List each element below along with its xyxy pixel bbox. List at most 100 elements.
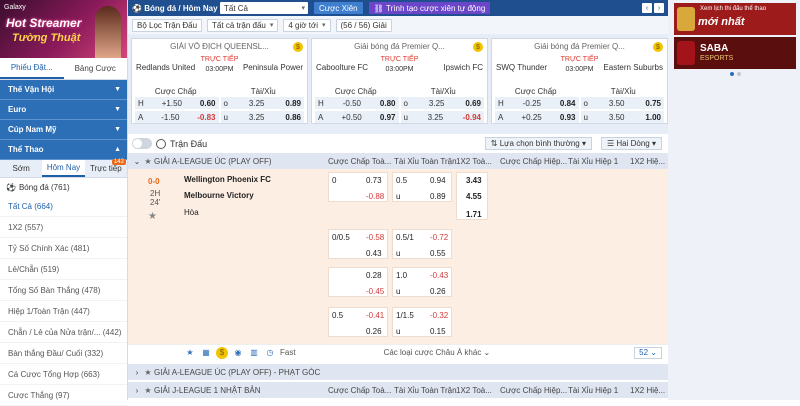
market-item[interactable]: Cá Cược Tổng Hợp (663) [0, 364, 127, 385]
time-filter[interactable]: 4 giờ tới ▾ [283, 18, 331, 32]
tab-bet-slip[interactable]: Phiếu Đặt... [0, 58, 64, 79]
odds-cell[interactable]: o 3.25 0.69 [400, 97, 484, 109]
odds-cell[interactable]: H +1.50 0.60 [135, 97, 219, 109]
market-item[interactable]: Chẵn / Lẻ của Nửa trận/... (442) [0, 322, 127, 343]
chevron-up-icon: ▲ [114, 146, 121, 153]
sport-football[interactable]: ⚽ Bóng đá (761) [0, 178, 127, 196]
col-ou-ft: Tài Xỉu Toàn Trận [394, 156, 457, 166]
card-league: GIẢI VÔ ĐỊCH QUEENSL... [170, 42, 269, 51]
featured-card[interactable]: GIẢI VÔ ĐỊCH QUEENSL... $ Redlands Unite… [131, 38, 308, 124]
star-icon[interactable]: ★ [142, 368, 154, 377]
odds-cell[interactable]: A +0.25 0.93 [495, 111, 579, 123]
market-select[interactable]: Tất Cả [220, 2, 308, 14]
odds-cell[interactable]: o 3.50 0.75 [580, 97, 664, 109]
sound-icon[interactable]: ◉ [232, 347, 244, 359]
market-item[interactable]: 1X2 (557) [0, 217, 127, 238]
ou-over-odds: -0.72 [430, 233, 449, 242]
card-live: TRỰC TIẾP [200, 56, 239, 63]
calendar-icon[interactable]: ▦ [200, 347, 212, 359]
star-icon[interactable]: ★ [148, 211, 157, 222]
category-sports[interactable]: Thể Thao ▲ [0, 140, 127, 160]
odds-cell[interactable]: H -0.50 0.80 [315, 97, 399, 109]
draw-label: Hòa [184, 208, 199, 217]
carousel-dot[interactable] [730, 72, 734, 76]
star-icon[interactable]: ★ [142, 386, 154, 395]
coin-icon[interactable]: $ [216, 346, 228, 359]
markets-count-select[interactable]: 52 ⌄ [634, 346, 662, 359]
handicap-line: 0.5 [332, 311, 344, 320]
football-icon: ⚽ [6, 182, 16, 192]
chevron-down-icon: ▼ [114, 86, 121, 93]
handicap-home-odds: 0.28 [366, 271, 382, 280]
card-market-headers: Cược Chấp Tài/Xỉu [132, 87, 307, 96]
col-handicap-h1: Cược Chấp Hiệp... [500, 385, 568, 395]
handicap-line: 0/0.5 [332, 233, 350, 242]
saba-logo [677, 41, 695, 65]
chevron-down-icon[interactable]: ⌄ [132, 157, 142, 166]
card-odds: H +1.50 0.60 o 3.25 0.89 A -1.50 -0.83 u 3.25 0.… [135, 97, 304, 123]
stats-icon[interactable]: ▥ [248, 347, 260, 359]
odds-side: o [223, 98, 228, 108]
top-bar: ⚽ Bóng đá / Hôm Nay Tất Cả Cược Xiên ⛓ T… [128, 0, 668, 16]
carousel-dot[interactable] [737, 72, 741, 76]
featured-card[interactable]: Giải bóng đá Premier Q... $ SWQ Thunder … [491, 38, 668, 124]
tab-early[interactable]: Sớm [0, 160, 42, 177]
schedule-ad[interactable]: Xem lịch thi đấu thể thao mới nhất [674, 3, 796, 35]
odds-cell[interactable]: H -0.25 0.84 [495, 97, 579, 109]
odds-side: u [403, 112, 408, 122]
parlay-button[interactable]: Cược Xiên [314, 2, 363, 14]
featured-card[interactable]: Giải bóng đá Premier Q... $ Caboolture F… [311, 38, 488, 124]
market-item[interactable]: Bàn thắng Đầu/ Cuối (332) [0, 343, 127, 364]
league-header[interactable]: ⌄ ★ GIẢI A-LEAGUE ÚC (PLAY OFF) Cược Chấ… [128, 153, 668, 169]
filter-label: Bộ Lọc Trận Đấu [137, 20, 198, 30]
market-item[interactable]: Cược Thắng (97) [0, 385, 127, 406]
header-overunder: Tài/Xỉu [610, 87, 636, 96]
tab-today[interactable]: Hôm Nay [42, 160, 85, 177]
market-item[interactable]: Hiệp 1/Toàn Trận (447) [0, 301, 127, 322]
match-filter[interactable]: Bộ Lọc Trận Đấu [132, 18, 203, 32]
market-item[interactable]: Tổng Số Bàn Thắng (478) [0, 280, 127, 301]
tab-live[interactable]: Trực tiếp 142 [85, 159, 127, 177]
odds-side: H [318, 98, 324, 108]
header-overunder: Tài/Xỉu [250, 87, 276, 96]
league-header[interactable]: › ★ GIẢI J-LEAGUE 1 NHẬT BẢN Cược Chấp T… [128, 382, 668, 398]
chevron-right-icon[interactable]: › [132, 368, 142, 377]
league-filter[interactable]: (56 / 56) Giải [335, 18, 392, 32]
chevron-right-icon[interactable]: › [132, 386, 142, 395]
next-icon[interactable]: › [654, 3, 664, 13]
odds-cell[interactable]: A -1.50 -0.83 [135, 111, 219, 123]
odds-side: u [583, 112, 588, 122]
market-item[interactable]: Tất Cả (664) [0, 196, 127, 217]
ou-line: 0.5 [396, 176, 408, 185]
odds-cell[interactable]: A +0.50 0.97 [315, 111, 399, 123]
prev-icon[interactable]: ‹ [642, 3, 652, 13]
sort-select[interactable]: ⇅ Lựa chọn bình thường ▾ [484, 137, 592, 150]
odds-line: +1.50 [161, 98, 182, 108]
league-header[interactable]: › ★ GIẢI A-LEAGUE ÚC (PLAY OFF) - PHẠT G… [128, 364, 668, 380]
more-markets-link[interactable]: Các loại cược Châu Á khác ⌄ [384, 348, 491, 357]
clock-icon[interactable]: ◷ [264, 347, 276, 359]
toggle-switch[interactable] [132, 138, 152, 149]
category-olympics[interactable]: Thế Vận Hội ▼ [0, 80, 127, 100]
carousel-dots [730, 72, 744, 76]
category-euro[interactable]: Euro ▼ [0, 100, 127, 120]
odds-cell[interactable]: u 3.50 1.00 [580, 111, 664, 123]
auto-parlay-button[interactable]: ⛓ Trình tạo cược xiên tự động [368, 2, 491, 14]
star-icon[interactable]: ★ [142, 157, 154, 166]
category-copa-america[interactable]: Cúp Nam Mỹ ▼ [0, 120, 127, 140]
filter-label: (56 / 56) Giải [340, 20, 387, 30]
all-matches-filter[interactable]: Tất cả trận đấu ▾ [207, 18, 279, 32]
market-item[interactable]: Lẻ/Chẵn (519) [0, 259, 127, 280]
odds-cell[interactable]: u 3.25 0.86 [220, 111, 304, 123]
streamer-banner[interactable]: Galaxy Hot Streamer Tường Thuật [0, 0, 127, 58]
tab-bet-list[interactable]: Bảng Cược [64, 58, 128, 79]
odds-cell[interactable]: u 3.25 -0.94 [400, 111, 484, 123]
saba-esports-ad[interactable]: SABA ESPORTS [674, 37, 796, 69]
view-select[interactable]: ☰ Hai Dòng ▾ [600, 137, 662, 150]
odds-side: o [403, 98, 408, 108]
handicap-away-odds: -0.88 [366, 192, 385, 201]
star-icon[interactable]: ★ [184, 347, 196, 359]
odds-cell[interactable]: o 3.25 0.89 [220, 97, 304, 109]
match-score: 0-0 [148, 177, 160, 186]
market-item[interactable]: Tỷ Số Chính Xác (481) [0, 238, 127, 259]
